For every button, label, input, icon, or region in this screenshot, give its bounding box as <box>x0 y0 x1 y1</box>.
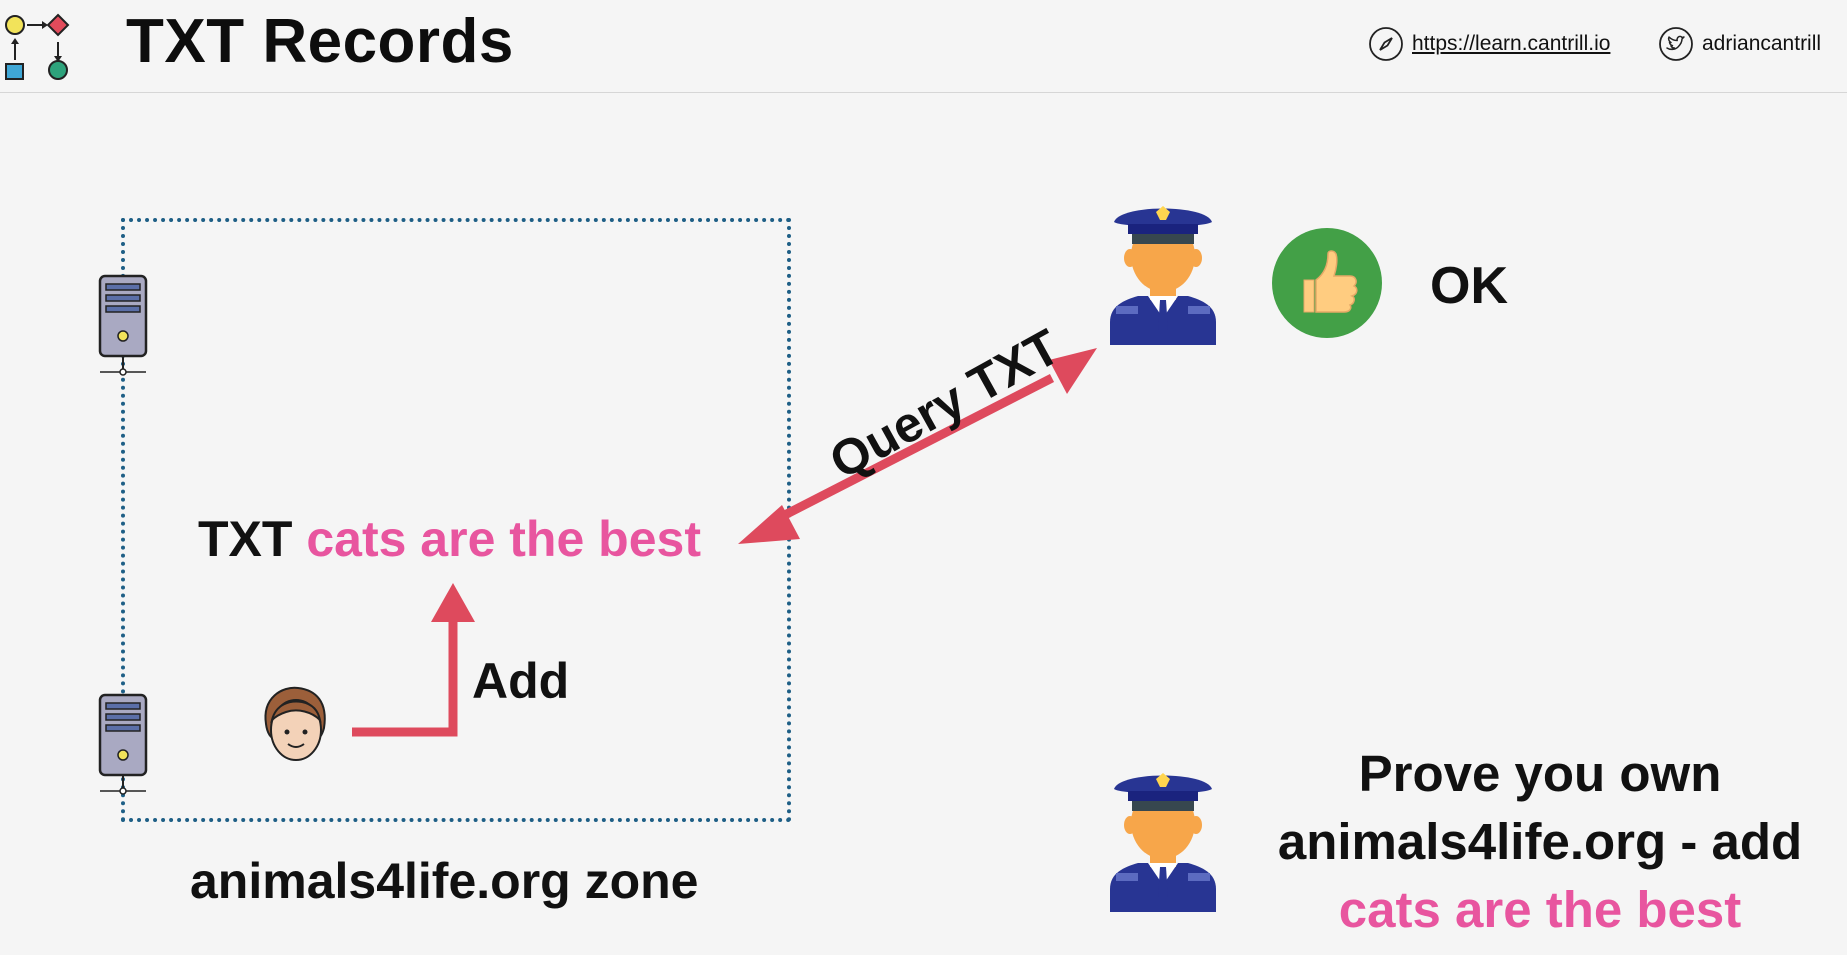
txt-record: TXT cats are the best <box>198 510 701 568</box>
ok-label: OK <box>1430 257 1508 315</box>
record-value: cats are the best <box>306 511 701 567</box>
header: TXT Records https://learn.cantrill.io ad… <box>0 0 1847 93</box>
police-officer-icon <box>1110 773 1216 912</box>
workflow-logo-icon <box>5 13 70 80</box>
slide: TXT Records https://learn.cantrill.io ad… <box>0 0 1847 955</box>
challenge-line-2: animals4life.org - add <box>1277 813 1803 870</box>
ownership-challenge: Prove you own animals4life.org - add cat… <box>1240 740 1840 944</box>
user-avatar-icon <box>264 686 326 761</box>
twitter-bird-icon <box>1659 27 1693 61</box>
challenge-line-1: Prove you own <box>1358 745 1722 802</box>
thumbs-up-icon <box>1272 228 1382 338</box>
compass-icon <box>1369 27 1403 61</box>
police-officer-icon <box>1110 206 1216 345</box>
twitter-link[interactable]: adriancantrill <box>1658 26 1821 62</box>
server-icon <box>98 693 148 795</box>
page-title: TXT Records <box>126 7 514 76</box>
challenge-line-3: cats are the best <box>1338 881 1742 938</box>
website-link-text[interactable]: https://learn.cantrill.io <box>1412 32 1610 56</box>
add-label: Add <box>472 653 570 709</box>
query-txt-label: Query TXT <box>820 318 1069 490</box>
zone-label: animals4life.org zone <box>190 853 699 909</box>
server-icon <box>98 274 148 376</box>
record-type: TXT <box>198 511 293 567</box>
website-link[interactable]: https://learn.cantrill.io <box>1368 26 1610 62</box>
twitter-handle[interactable]: adriancantrill <box>1702 32 1821 56</box>
